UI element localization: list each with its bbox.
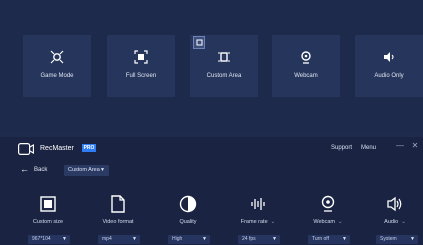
chevron-down-icon: ⌄ (270, 219, 276, 225)
chevron-down-icon: ⌄ (338, 219, 343, 225)
contrast-icon (179, 195, 197, 213)
tool-label: Audio (384, 219, 399, 225)
pro-badge: PRO (82, 144, 96, 152)
app-logo-icon (18, 142, 34, 156)
mode-label: Webcam (294, 73, 318, 79)
full-screen-card[interactable]: Full Screen (107, 35, 175, 97)
select-value: mp4 (102, 236, 112, 242)
selected-mode-icon (193, 36, 205, 49)
webcam-card[interactable]: Webcam (272, 35, 340, 97)
menu-button[interactable]: Menu (361, 145, 376, 151)
mode-label: Custom Area (206, 73, 242, 79)
audio-only-card[interactable]: Audio Only (355, 35, 423, 97)
tool-frame-rate[interactable]: Frame rate ⌄ (228, 195, 288, 225)
game-mode-card[interactable]: Game Mode (23, 35, 91, 97)
tool-label-wrap: Audio ⌄ (384, 219, 406, 225)
tool-label: Video format (102, 219, 134, 225)
select-value: System (380, 236, 397, 242)
caret-down-icon: ▼ (342, 236, 347, 242)
caret-down-icon: ▼ (100, 167, 105, 173)
select-value: Turn off (312, 236, 329, 242)
recorder-toolbar (0, 137, 423, 245)
caret-down-icon: ▼ (132, 236, 137, 242)
back-button[interactable]: Back (34, 167, 47, 173)
caret-down-icon: ▼ (410, 236, 415, 242)
tool-video-format[interactable]: Video format (88, 195, 148, 225)
custom-area-icon (216, 49, 232, 65)
area-mode-select[interactable]: Custom Area ▼ (64, 165, 109, 176)
select-value: 967*104 (32, 236, 51, 242)
file-icon (109, 195, 127, 213)
webcam-select[interactable]: Turn off ▼ (308, 235, 350, 244)
caret-down-icon: ▼ (62, 236, 67, 242)
mode-label: Full Screen (125, 73, 157, 79)
back-arrow-icon[interactable]: ← (20, 164, 29, 174)
tool-label: Webcam (313, 219, 335, 225)
waveform-icon (249, 195, 267, 213)
speaker-icon (381, 49, 397, 65)
mode-label: Audio Only (374, 73, 404, 79)
screen-size-icon (39, 195, 57, 213)
caret-down-icon: ▼ (272, 236, 277, 242)
select-value: High (172, 236, 183, 242)
webcam-icon (298, 49, 314, 65)
tool-label-wrap: Frame rate ⌄ (241, 219, 276, 225)
mode-label: Game Mode (40, 73, 74, 79)
tool-quality[interactable]: Quality (158, 195, 218, 225)
fullscreen-icon (133, 49, 149, 65)
tool-label: Custom size (32, 219, 64, 225)
close-button[interactable]: ✕ (410, 141, 420, 153)
area-mode-value: Custom Area (68, 167, 100, 173)
caret-down-icon: ▼ (202, 236, 207, 242)
gamepad-icon (49, 49, 65, 65)
tool-custom-size[interactable]: Custom size (18, 195, 78, 225)
chevron-down-icon: ⌄ (401, 219, 406, 225)
speaker-icon (386, 195, 404, 213)
audio-select[interactable]: System ▼ (376, 235, 418, 244)
tool-label-wrap: Webcam ⌄ (313, 219, 342, 225)
select-value: 24 fps (242, 236, 256, 242)
frame-rate-select[interactable]: 24 fps ▼ (238, 235, 280, 244)
tool-audio[interactable]: Audio ⌄ (365, 195, 423, 225)
tool-label: Quality (179, 219, 197, 225)
webcam-icon (319, 195, 337, 213)
tool-webcam[interactable]: Webcam ⌄ (298, 195, 358, 225)
video-format-select[interactable]: mp4 ▼ (98, 235, 140, 244)
support-link[interactable]: Support (331, 145, 352, 151)
app-name: RecMaster (40, 145, 74, 152)
quality-select[interactable]: High ▼ (168, 235, 210, 244)
tool-label: Frame rate (240, 219, 268, 225)
custom-size-select[interactable]: 967*104 ▼ (28, 235, 70, 244)
minimize-button[interactable]: — (395, 141, 405, 153)
